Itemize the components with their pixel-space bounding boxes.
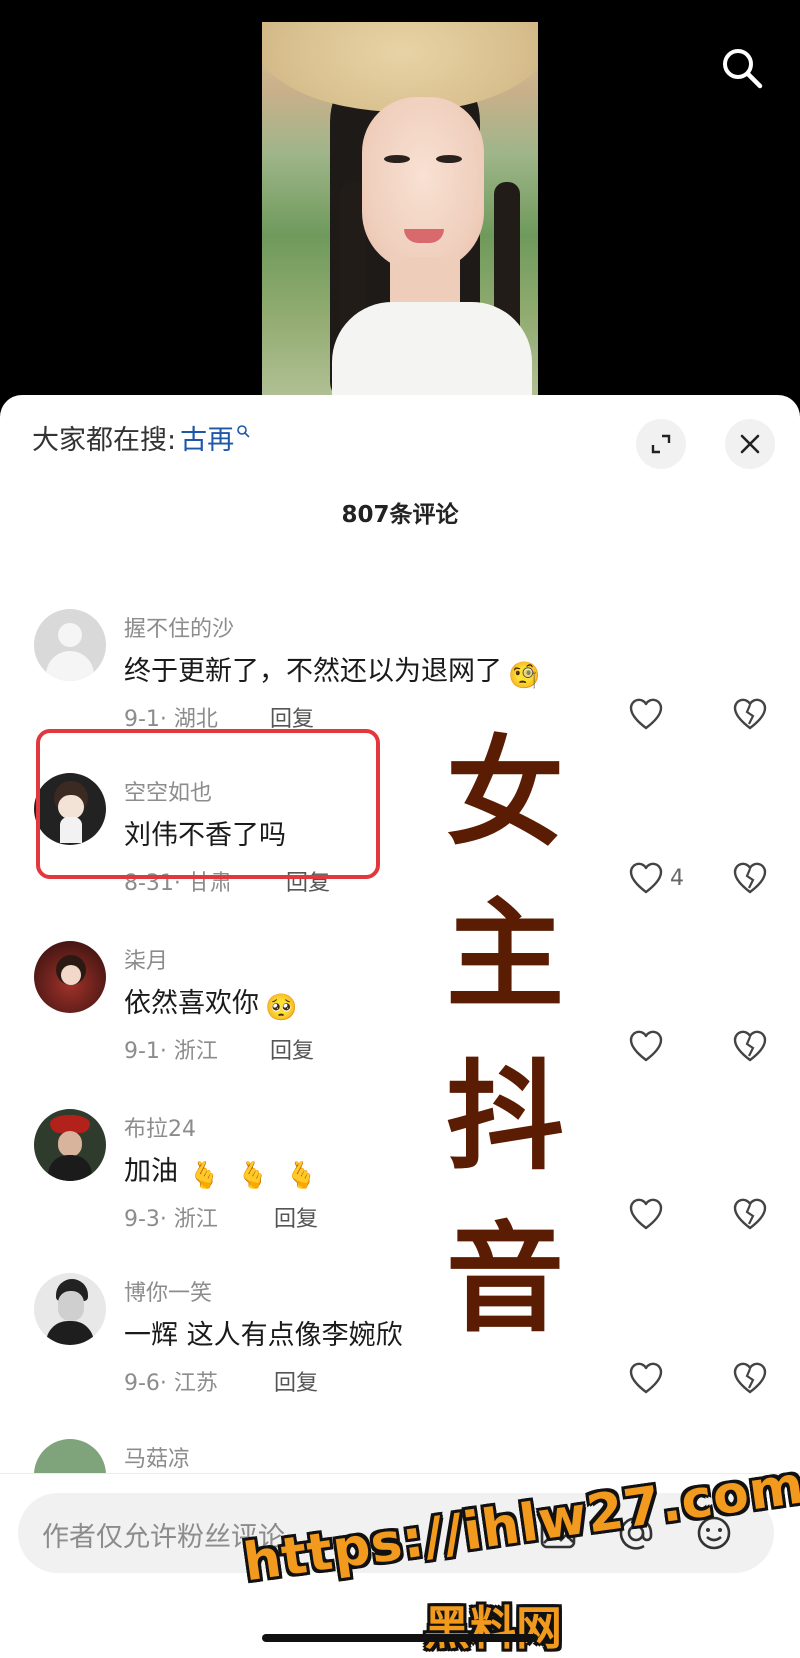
like-button[interactable] — [628, 1197, 664, 1231]
comment-meta: 9-1· 浙江 — [124, 1039, 218, 1064]
broken-heart-icon — [733, 862, 767, 894]
comment-username[interactable]: 布拉24 — [124, 1111, 196, 1143]
home-indicator[interactable] — [262, 1634, 538, 1642]
broken-heart-icon — [733, 1198, 767, 1230]
heart-icon — [629, 698, 663, 730]
comment-username[interactable]: 柒月 — [124, 943, 168, 975]
comment-text: 加油 🫰 🫰 🫰 — [124, 1156, 322, 1191]
comment-text: 依然喜欢你 🥺 — [124, 988, 298, 1023]
search-icon — [723, 49, 763, 89]
avatar[interactable] — [34, 1273, 106, 1345]
highlight-box — [36, 729, 380, 879]
video-frame — [262, 22, 538, 410]
finger-heart-emoji-icon: 🫰 🫰 🫰 — [188, 1161, 322, 1191]
video-player[interactable] — [0, 0, 800, 410]
thinking-emoji-icon: 🧐 — [508, 661, 541, 691]
trending-search[interactable]: 大家都在搜: 古再 — [32, 417, 250, 457]
comment-text: 终于更新了，不然还以为退网了 🧐 — [124, 656, 541, 691]
reply-button[interactable]: 回复 — [274, 1201, 318, 1233]
reply-button[interactable]: 回复 — [270, 1033, 314, 1065]
dislike-button[interactable] — [732, 1197, 768, 1235]
comment-meta: 9-6· 江苏 — [124, 1371, 218, 1396]
like-button[interactable]: 4 — [628, 861, 684, 895]
expand-icon — [651, 434, 671, 454]
close-icon — [740, 434, 760, 454]
dislike-button[interactable] — [732, 861, 768, 899]
heart-icon — [629, 1030, 663, 1062]
watermark: https://ihlw27.com 黑料网 — [240, 1455, 800, 1655]
avatar[interactable] — [34, 609, 106, 681]
broken-heart-icon — [733, 1362, 767, 1394]
comment-item: 马菇凉 — [0, 1439, 800, 1473]
reply-button[interactable]: 回复 — [274, 1365, 318, 1397]
broken-heart-icon — [733, 698, 767, 730]
broken-heart-icon — [733, 1030, 767, 1062]
comment-item: 博你一笑 一辉 这人有点像李婉欣 9-6· 江苏 回复 — [0, 1273, 800, 1438]
search-button[interactable] — [718, 44, 766, 92]
comment-item: 布拉24 加油 🫰 🫰 🫰 9-3· 浙江 回复 — [0, 1109, 800, 1274]
small-search-icon — [237, 425, 250, 438]
comment-text: 一辉 这人有点像李婉欣 — [124, 1320, 403, 1351]
comment-item: 柒月 依然喜欢你 🥺 9-1· 浙江 回复 — [0, 941, 800, 1106]
comment-meta: 9-3· 浙江 — [124, 1207, 218, 1232]
comment-username[interactable]: 握不住的沙 — [124, 611, 234, 643]
pleading-face-emoji-icon: 🥺 — [265, 993, 298, 1023]
watermark-site: 黑料网 — [424, 1601, 562, 1655]
avatar[interactable] — [34, 941, 106, 1013]
comments-sheet: 大家都在搜: 古再 807条评论 握不住的沙 终于更新了，不然还以为退网了 🧐 9… — [0, 395, 800, 1658]
overlay-char: 主 — [445, 886, 564, 1024]
like-count: 4 — [670, 865, 684, 891]
dislike-button[interactable] — [732, 697, 768, 735]
face — [362, 97, 484, 272]
avatar[interactable] — [34, 1109, 106, 1181]
avatar[interactable] — [34, 1439, 106, 1473]
heart-icon — [629, 1362, 663, 1394]
heart-icon — [629, 1198, 663, 1230]
overlay-char: 女 — [445, 724, 564, 862]
dislike-button[interactable] — [732, 1361, 768, 1399]
overlay-char: 音 — [445, 1210, 564, 1348]
dislike-button[interactable] — [732, 1029, 768, 1067]
comment-username[interactable]: 马菇凉 — [124, 1441, 190, 1473]
heart-icon — [629, 862, 663, 894]
trending-keyword[interactable]: 古再 — [180, 418, 234, 457]
close-button[interactable] — [725, 419, 775, 469]
expand-button[interactable] — [636, 419, 686, 469]
comment-username[interactable]: 博你一笑 — [124, 1275, 212, 1307]
trending-prefix: 大家都在搜: — [32, 424, 177, 456]
like-button[interactable] — [628, 697, 664, 731]
like-button[interactable] — [628, 1029, 664, 1063]
overlay-caption: 女 主 抖 音 — [440, 713, 570, 1361]
overlay-char: 抖 — [445, 1048, 564, 1186]
like-button[interactable] — [628, 1361, 664, 1395]
comment-count: 807条评论 — [341, 502, 459, 528]
